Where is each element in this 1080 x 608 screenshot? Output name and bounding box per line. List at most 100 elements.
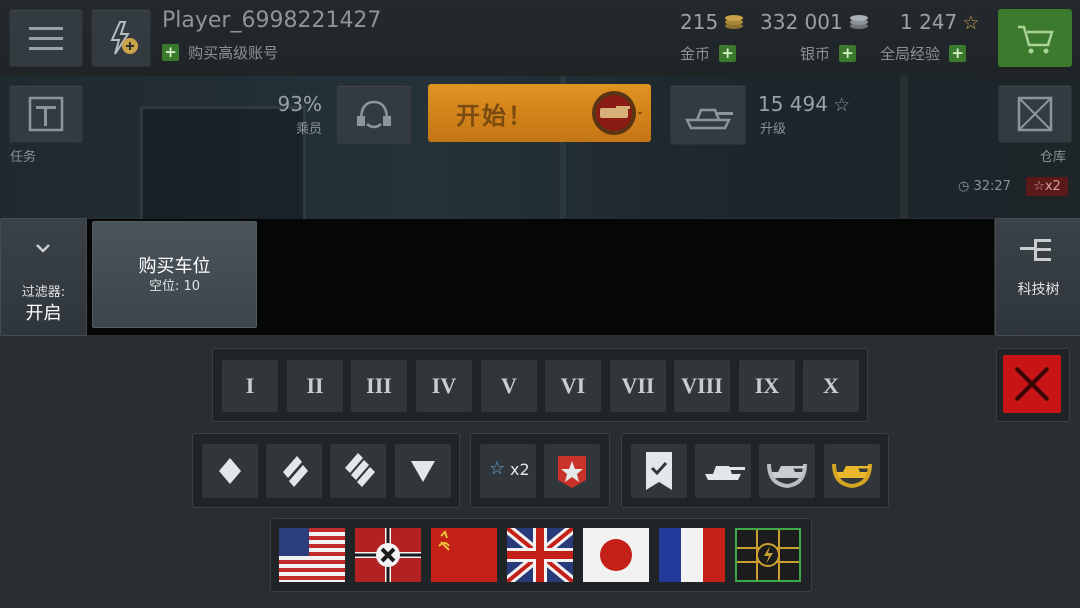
class-filter bbox=[192, 433, 460, 508]
xp-balance: 1 247 ☆ bbox=[900, 10, 990, 34]
gold-value: 215 bbox=[680, 10, 719, 34]
silver-value: 332 001 bbox=[760, 10, 843, 34]
nation-usa[interactable] bbox=[279, 528, 345, 582]
star-icon: ☆ bbox=[962, 12, 980, 34]
xp-value: 1 247 bbox=[900, 10, 958, 34]
boost-button[interactable] bbox=[91, 9, 151, 67]
nation-germany[interactable] bbox=[355, 528, 421, 582]
elite-gold-icon bbox=[832, 463, 872, 489]
tech-tree-label: 科技树 bbox=[1017, 282, 1060, 298]
filter-label: 过滤器: bbox=[21, 285, 66, 300]
bookmark-icon bbox=[646, 452, 672, 490]
buy-slot-button[interactable]: 购买车位 空位: 10 bbox=[92, 221, 257, 328]
elite-silver-filter[interactable] bbox=[759, 444, 815, 498]
nation-ussr[interactable] bbox=[431, 528, 497, 582]
tier-6[interactable]: VI bbox=[545, 360, 601, 412]
close-icon bbox=[1014, 366, 1050, 402]
depot-label: 仓库 bbox=[1040, 150, 1067, 165]
filter-button[interactable]: 过滤器: 开启 bbox=[0, 218, 87, 336]
shop-button[interactable] bbox=[998, 9, 1072, 67]
tier-10[interactable]: X bbox=[803, 360, 859, 412]
depot-button[interactable] bbox=[998, 85, 1072, 143]
upgrade-xp: 15 494 ☆ bbox=[758, 92, 850, 116]
nation-european[interactable] bbox=[735, 528, 801, 582]
crew-icon bbox=[357, 100, 391, 129]
bonus-filter: ☆ x2 bbox=[470, 433, 610, 508]
nation-filter bbox=[270, 518, 812, 592]
tier-3[interactable]: III bbox=[351, 360, 407, 412]
menu-button[interactable] bbox=[9, 9, 83, 67]
tier-2[interactable]: II bbox=[287, 360, 343, 412]
xp-multiplier-value: x2 bbox=[1044, 179, 1061, 194]
battle-mode-icon bbox=[592, 91, 642, 135]
tech-tree-icon bbox=[1020, 239, 1051, 261]
depot-icon bbox=[1017, 96, 1053, 132]
rent-filter[interactable] bbox=[544, 444, 600, 498]
clock-icon: ◷ bbox=[958, 179, 970, 194]
boost-icon bbox=[110, 21, 138, 55]
silver-balance: 332 001 bbox=[760, 10, 870, 34]
tier-1[interactable]: I bbox=[222, 360, 278, 412]
gold-add[interactable]: 金币 + bbox=[680, 43, 737, 64]
plus-icon: + bbox=[949, 45, 967, 62]
light-tank-filter[interactable] bbox=[202, 444, 258, 498]
star-icon: ☆ bbox=[833, 94, 851, 116]
status-filter bbox=[621, 433, 889, 508]
close-filter-button[interactable] bbox=[996, 348, 1070, 422]
tier-4[interactable]: IV bbox=[416, 360, 472, 412]
menu-icon bbox=[29, 27, 63, 50]
heavy-tank-icon bbox=[345, 453, 375, 487]
chevron-down-icon bbox=[36, 244, 50, 253]
favorite-filter[interactable] bbox=[631, 444, 687, 498]
filter-state: 开启 bbox=[25, 303, 62, 324]
plus-icon: + bbox=[162, 44, 179, 61]
nation-uk[interactable] bbox=[503, 524, 577, 586]
heavy-tank-filter[interactable] bbox=[330, 444, 386, 498]
tank-destroyer-icon bbox=[411, 461, 435, 482]
upgrade-value: 15 494 bbox=[758, 92, 828, 116]
owned-filter[interactable] bbox=[695, 444, 751, 498]
missions-button[interactable] bbox=[9, 85, 83, 143]
tech-tree-button[interactable]: 科技树 bbox=[995, 218, 1080, 336]
cart-icon bbox=[1018, 25, 1054, 54]
star-icon: ☆ bbox=[1033, 179, 1045, 194]
tier-8[interactable]: VIII bbox=[674, 360, 730, 412]
buy-slot-sub: 空位: 10 bbox=[148, 279, 201, 294]
silver-add[interactable]: 银币 + bbox=[800, 43, 857, 64]
star-x2-filter[interactable]: ☆ x2 bbox=[480, 444, 536, 498]
silver-label: 银币 bbox=[800, 45, 831, 63]
tier-7[interactable]: VII bbox=[610, 360, 666, 412]
nation-france[interactable] bbox=[659, 528, 725, 582]
uk-flag-icon bbox=[503, 524, 577, 586]
timer-value: 32:27 bbox=[973, 179, 1011, 194]
xp-label: 全局经验 bbox=[880, 45, 941, 63]
td-filter[interactable] bbox=[395, 444, 451, 498]
tier-5[interactable]: V bbox=[481, 360, 537, 412]
timer: ◷ 32:27 bbox=[958, 179, 1011, 194]
crew-percent: 93% bbox=[277, 92, 322, 116]
battle-button[interactable]: 开始！ bbox=[428, 84, 651, 142]
european-flag-icon bbox=[735, 528, 801, 582]
japan-flag-icon bbox=[583, 528, 649, 582]
medium-tank-filter[interactable] bbox=[266, 444, 322, 498]
plus-icon: + bbox=[839, 45, 857, 62]
xp-multiplier-badge: ☆x2 bbox=[1026, 177, 1068, 196]
france-flag-icon bbox=[659, 528, 725, 582]
vehicle-button[interactable] bbox=[670, 85, 746, 145]
gold-label: 金币 bbox=[680, 45, 711, 63]
elite-gold-filter[interactable] bbox=[824, 444, 880, 498]
silver-coin-icon bbox=[849, 15, 868, 29]
missions-label: 任务 bbox=[10, 150, 37, 165]
buy-premium-label: 购买高级账号 bbox=[188, 44, 279, 62]
germany-flag-icon bbox=[355, 528, 421, 582]
missions-icon bbox=[28, 96, 64, 132]
buy-premium[interactable]: + 购买高级账号 bbox=[162, 42, 278, 63]
player-name: Player_6998221427 bbox=[162, 8, 382, 33]
tier-9[interactable]: IX bbox=[739, 360, 795, 412]
crew-button[interactable] bbox=[336, 85, 412, 145]
medium-tank-icon bbox=[283, 456, 308, 487]
gold-coin-icon bbox=[725, 15, 744, 29]
xp-add[interactable]: 全局经验 + bbox=[880, 43, 967, 64]
nation-japan[interactable] bbox=[583, 528, 649, 582]
top-bar: Player_6998221427 + 购买高级账号 215 金币 + 332 … bbox=[0, 0, 1080, 77]
